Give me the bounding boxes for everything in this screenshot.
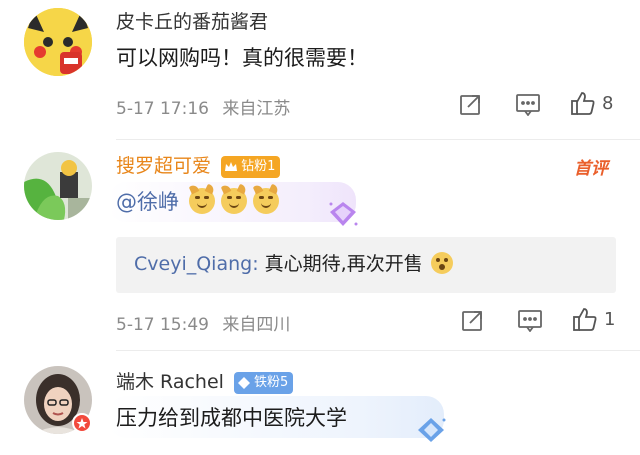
avatar[interactable] [24,8,92,76]
username[interactable]: 皮卡丘的番茄酱君 [116,10,268,34]
fan-badge[interactable]: 钻粉1 [221,155,281,178]
username-text: 端木 Rachel [116,371,224,393]
divider [116,350,640,351]
doge-emoji [220,183,248,214]
username[interactable]: 端木 Rachel 铁粉5 [116,370,294,394]
comment-date: 5-17 15:49 [116,315,209,335]
shocked-emoji [430,252,453,274]
comment-text: @徐峥 [116,183,282,216]
avatar[interactable] [24,152,92,220]
comment-location: 来自四川 [222,315,291,335]
comment-meta: 5-17 17:16 来自江苏 [116,94,298,119]
repost-icon [462,311,482,331]
reply-preview[interactable]: Cveyi_Qiang: 真心期待,再次开售 [116,237,616,293]
reply-content: 真心期待,再次开售 [258,253,423,275]
mention-link[interactable]: @徐峥 [116,190,179,214]
comment-text: 可以网购吗！真的很需要！ [116,46,368,70]
comment-button[interactable] [517,308,543,332]
like-icon [571,92,595,115]
crown-icon [225,161,238,171]
gem-icon [418,418,446,442]
repost-button[interactable] [461,308,485,332]
repost-button[interactable] [459,92,483,116]
gem-icon [329,202,358,226]
like-icon [573,308,597,331]
comment-location: 来自江苏 [222,99,291,119]
comment-text: 压力给到成都中医院大学 [116,406,347,430]
fan-badge[interactable]: 铁粉5 [233,371,294,394]
comment-meta: 5-17 15:49 来自四川 [116,310,298,335]
comment-button[interactable] [515,92,541,116]
comment-icon [516,94,540,116]
comment-icon [518,310,542,332]
gem-icon [237,376,250,389]
doge-emoji [252,183,280,214]
comment-item: 皮卡丘的番茄酱君 可以网购吗！真的很需要！ 5-17 17:16 来自江苏 8 [0,0,640,140]
badge-label: 钻粉1 [241,158,276,174]
username-text: 搜罗超可爱 [116,155,212,177]
divider [116,139,640,140]
badge-label: 铁粉5 [253,374,289,390]
like-button[interactable]: 8 [570,90,613,116]
top-comment-label: 首评 [574,159,608,179]
repost-icon [460,95,480,115]
like-count: 1 [604,308,616,330]
like-button[interactable]: 1 [572,306,615,332]
doge-emoji [188,183,216,214]
comment-date: 5-17 17:16 [116,99,209,119]
reply-text: Cveyi_Qiang: 真心期待,再次开售 [134,251,453,277]
reply-username[interactable]: Cveyi_Qiang [134,253,252,275]
verified-badge [72,413,92,433]
username[interactable]: 搜罗超可爱 钻粉1 [116,154,281,178]
like-count: 8 [602,92,614,114]
